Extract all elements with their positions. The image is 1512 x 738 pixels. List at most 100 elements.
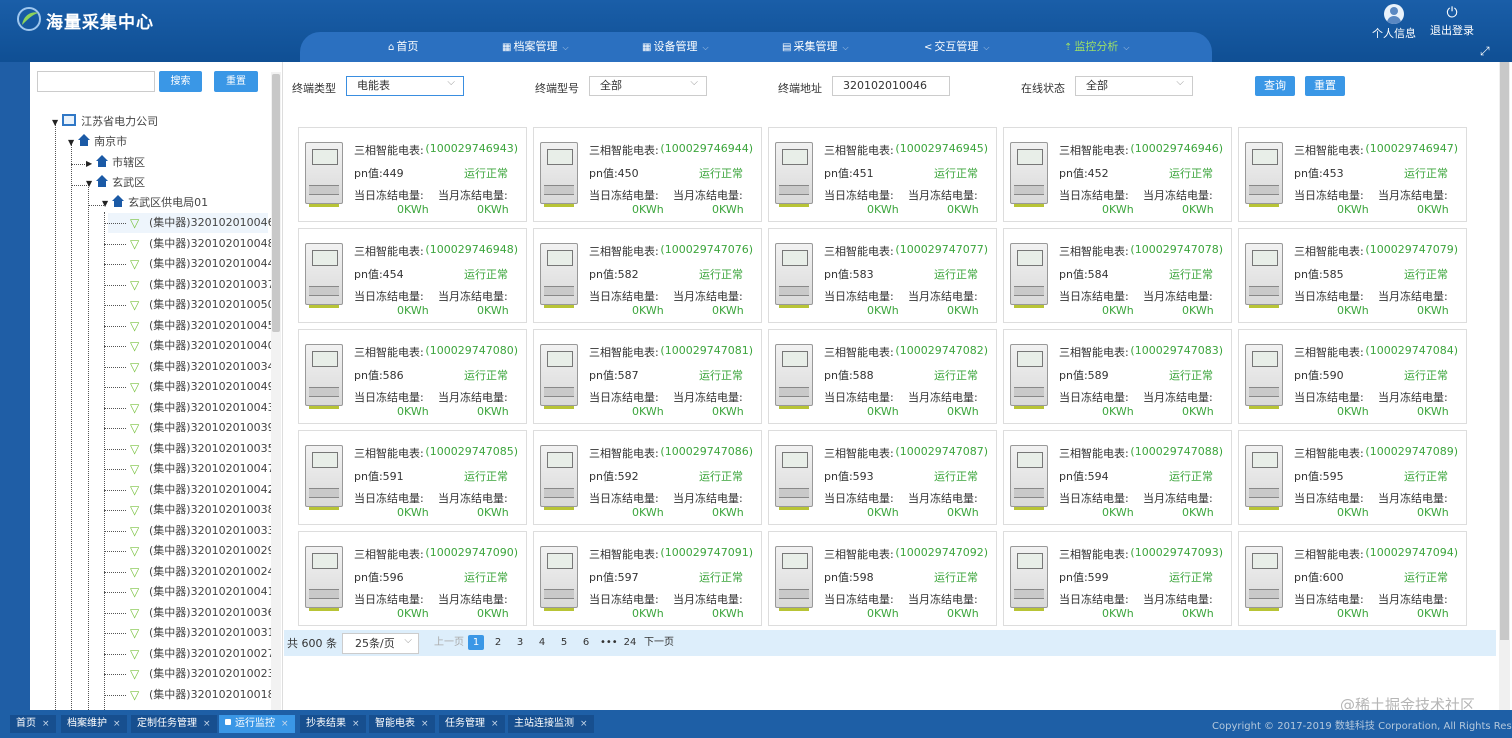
tree-node-concentrator[interactable]: ▽ (集中器)320102010029: [130, 541, 272, 561]
online-status-select[interactable]: 全部: [1075, 74, 1193, 96]
meter-card[interactable]: 三相智能电表: (100029747085) pn值:591 运行正常 当日冻结电量: 当…: [298, 430, 527, 525]
tree-search-button[interactable]: 搜索: [159, 71, 202, 92]
meter-card[interactable]: 三相智能电表: (100029747087) pn值:593 运行正常 当日冻结电量: 当…: [768, 430, 997, 525]
meter-card[interactable]: 三相智能电表: (100029747079) pn值:585 运行正常 当日冻结电量: 当…: [1238, 228, 1467, 323]
meter-card[interactable]: 三相智能电表: (100029746947) pn值:453 运行正常 当日冻结电量: 当…: [1238, 127, 1467, 222]
nav-monitor[interactable]: ⇡ 监控分析 ⌵: [1064, 32, 1129, 62]
tab-archive-maintain[interactable]: 档案维护 ×: [61, 715, 127, 733]
tree-node-city[interactable]: ▼ 南京市: [68, 132, 127, 152]
page-4-button[interactable]: 4: [534, 635, 550, 650]
page-2-button[interactable]: 2: [490, 635, 506, 650]
tree-scrollbar[interactable]: [271, 72, 281, 710]
meter-card[interactable]: 三相智能电表: (100029746944) pn值:450 运行正常 当日冻结电量: 当…: [533, 127, 762, 222]
meter-card[interactable]: 三相智能电表: (100029746945) pn值:451 运行正常 当日冻结电量: 当…: [768, 127, 997, 222]
close-icon[interactable]: ×: [491, 719, 499, 729]
tree-node-concentrator[interactable]: ▽ (集中器)320102010044: [130, 254, 272, 274]
tree-node-concentrator[interactable]: ▽ (集中器)320102010038: [130, 500, 272, 520]
meter-card[interactable]: 三相智能电表: (100029747088) pn值:594 运行正常 当日冻结电量: 当…: [1003, 430, 1232, 525]
tab-home[interactable]: 首页 ×: [10, 715, 56, 733]
reset-button[interactable]: 重置: [1305, 76, 1345, 96]
tree-node-concentrator[interactable]: ▽ (集中器)320102010018: [130, 685, 272, 705]
meter-card[interactable]: 三相智能电表: (100029747082) pn值:588 运行正常 当日冻结电量: 当…: [768, 329, 997, 424]
tree-node-concentrator[interactable]: ▽ (集中器)320102010036: [130, 603, 272, 623]
meter-card[interactable]: 三相智能电表: (100029746943) pn值:449 运行正常 当日冻结电量: 当…: [298, 127, 527, 222]
page-3-button[interactable]: 3: [512, 635, 528, 650]
nav-interact[interactable]: < 交互管理 ⌵: [924, 32, 989, 62]
meter-card[interactable]: 三相智能电表: (100029747081) pn值:587 运行正常 当日冻结电量: 当…: [533, 329, 762, 424]
page-24-button[interactable]: 24: [622, 635, 638, 650]
tab-smart-meter[interactable]: 智能电表 ×: [369, 715, 435, 733]
terminal-address-input[interactable]: 320102010046: [832, 76, 950, 96]
meter-card[interactable]: 三相智能电表: (100029747091) pn值:597 运行正常 当日冻结电量: 当…: [533, 531, 762, 626]
meter-card[interactable]: 三相智能电表: (100029746948) pn值:454 运行正常 当日冻结电量: 当…: [298, 228, 527, 323]
page-5-button[interactable]: 5: [556, 635, 572, 650]
prev-page-button[interactable]: 上一页: [434, 635, 464, 650]
tree-node-concentrator[interactable]: ▽ (集中器)320102010024: [130, 562, 272, 582]
tree-node-concentrator[interactable]: ▽ (集中器)320102010045: [130, 316, 272, 336]
query-button[interactable]: 查询: [1255, 76, 1295, 96]
scroll-thumb[interactable]: [1500, 62, 1509, 640]
logout-button[interactable]: ⏻ 退出登录: [1428, 4, 1476, 38]
tab-station-monitor[interactable]: 主站连接监测 ×: [508, 715, 594, 733]
next-page-button[interactable]: 下一页: [643, 635, 675, 650]
meter-card[interactable]: 三相智能电表: (100029747084) pn值:590 运行正常 当日冻结电量: 当…: [1238, 329, 1467, 424]
meter-card[interactable]: 三相智能电表: (100029747077) pn值:583 运行正常 当日冻结电量: 当…: [768, 228, 997, 323]
tree-search-input[interactable]: [37, 71, 155, 92]
close-icon[interactable]: ×: [203, 719, 211, 729]
meter-card[interactable]: 三相智能电表: (100029747094) pn值:600 运行正常 当日冻结电量: 当…: [1238, 531, 1467, 626]
meter-card[interactable]: 三相智能电表: (100029747083) pn值:589 运行正常 当日冻结电量: 当…: [1003, 329, 1232, 424]
tree-node-concentrator[interactable]: ▽ (集中器)320102010027: [130, 644, 272, 664]
nav-archive[interactable]: ▦ 档案管理 ⌵: [502, 32, 569, 62]
tree-node-concentrator[interactable]: ▽ (集中器)320102010050: [130, 295, 272, 315]
page-1-button[interactable]: 1: [468, 635, 484, 650]
tree-node-concentrator[interactable]: ▽ (集中器)320102010049: [130, 377, 272, 397]
close-icon[interactable]: ×: [580, 719, 588, 729]
close-icon[interactable]: ×: [421, 719, 429, 729]
tree-node-concentrator[interactable]: ▽ (集中器)320102010047: [130, 459, 272, 479]
tab-reading-result[interactable]: 抄表结果 ×: [300, 715, 366, 733]
tree-node-concentrator[interactable]: ▽ (集中器)320102010041: [130, 582, 272, 602]
terminal-type-select[interactable]: 电能表: [346, 74, 464, 96]
tree-node-concentrator[interactable]: ▽ (集中器)320102010034: [130, 357, 272, 377]
meter-card[interactable]: 三相智能电表: (100029747078) pn值:584 运行正常 当日冻结电量: 当…: [1003, 228, 1232, 323]
tree-node-district[interactable]: ▶ 市辖区: [86, 153, 145, 173]
tree-node-concentrator[interactable]: ▽ (集中器)320102010040: [130, 336, 272, 356]
tree-node-concentrator[interactable]: ▽ (集中器)320102010035: [130, 439, 272, 459]
nav-collect[interactable]: ▤ 采集管理 ⌵: [782, 32, 849, 62]
tree-node-concentrator[interactable]: ▽ (集中器)320102010043: [130, 398, 272, 418]
meter-card[interactable]: 三相智能电表: (100029747080) pn值:586 运行正常 当日冻结电量: 当…: [298, 329, 527, 424]
tree-node-concentrator[interactable]: ▽ (集中器)320102010033: [130, 521, 272, 541]
meter-card[interactable]: 三相智能电表: (100029747089) pn值:595 运行正常 当日冻结电量: 当…: [1238, 430, 1467, 525]
terminal-model-select[interactable]: 全部: [589, 74, 707, 96]
page-ellipsis[interactable]: •••: [600, 635, 618, 650]
meter-card[interactable]: 三相智能电表: (100029747092) pn值:598 运行正常 当日冻结电量: 当…: [768, 531, 997, 626]
meter-card[interactable]: 三相智能电表: (100029747076) pn值:582 运行正常 当日冻结电量: 当…: [533, 228, 762, 323]
fullscreen-icon[interactable]: ⤢: [1480, 44, 1490, 59]
tree-node-bureau[interactable]: ▼ 玄武区供电局01: [102, 193, 208, 213]
tree-node-concentrator[interactable]: ▽ (集中器)320102010039: [130, 418, 272, 438]
tree-node-concentrator[interactable]: ▽ (集中器)320102010037: [130, 275, 272, 295]
close-icon[interactable]: ×: [113, 719, 121, 729]
meter-card[interactable]: 三相智能电表: (100029747093) pn值:599 运行正常 当日冻结电量: 当…: [1003, 531, 1232, 626]
close-icon[interactable]: ×: [281, 719, 289, 729]
scroll-thumb[interactable]: [272, 74, 280, 332]
tree-node-concentrator[interactable]: ▽ (集中器)320102010046: [130, 213, 272, 233]
meter-card[interactable]: 三相智能电表: (100029746946) pn值:452 运行正常 当日冻结电量: 当…: [1003, 127, 1232, 222]
tree-node-concentrator[interactable]: ▽ (集中器)320102010023: [130, 664, 272, 684]
tab-task-manage[interactable]: 任务管理 ×: [439, 715, 505, 733]
tree-reset-button[interactable]: 重置: [214, 71, 258, 92]
meter-card[interactable]: 三相智能电表: (100029747090) pn值:596 运行正常 当日冻结电量: 当…: [298, 531, 527, 626]
user-info-button[interactable]: 个人信息: [1372, 4, 1416, 41]
tree-node-concentrator[interactable]: ▽ (集中器)320102010031: [130, 623, 272, 643]
tree-node-district[interactable]: ▼ 玄武区: [86, 173, 145, 193]
close-icon[interactable]: ×: [352, 719, 360, 729]
main-scrollbar[interactable]: [1499, 62, 1510, 710]
tree-node-concentrator[interactable]: ▽ (集中器)320102010042: [130, 480, 272, 500]
nav-home[interactable]: ⌂ 首页: [388, 32, 418, 62]
meter-card[interactable]: 三相智能电表: (100029747086) pn值:592 运行正常 当日冻结电量: 当…: [533, 430, 762, 525]
page-size-select[interactable]: 25条/页: [342, 631, 419, 654]
tree-node-root[interactable]: ▼ 江苏省电力公司: [52, 112, 158, 132]
nav-device[interactable]: ▦ 设备管理 ⌵: [642, 32, 709, 62]
close-icon[interactable]: ×: [42, 719, 50, 729]
page-6-button[interactable]: 6: [578, 635, 594, 650]
